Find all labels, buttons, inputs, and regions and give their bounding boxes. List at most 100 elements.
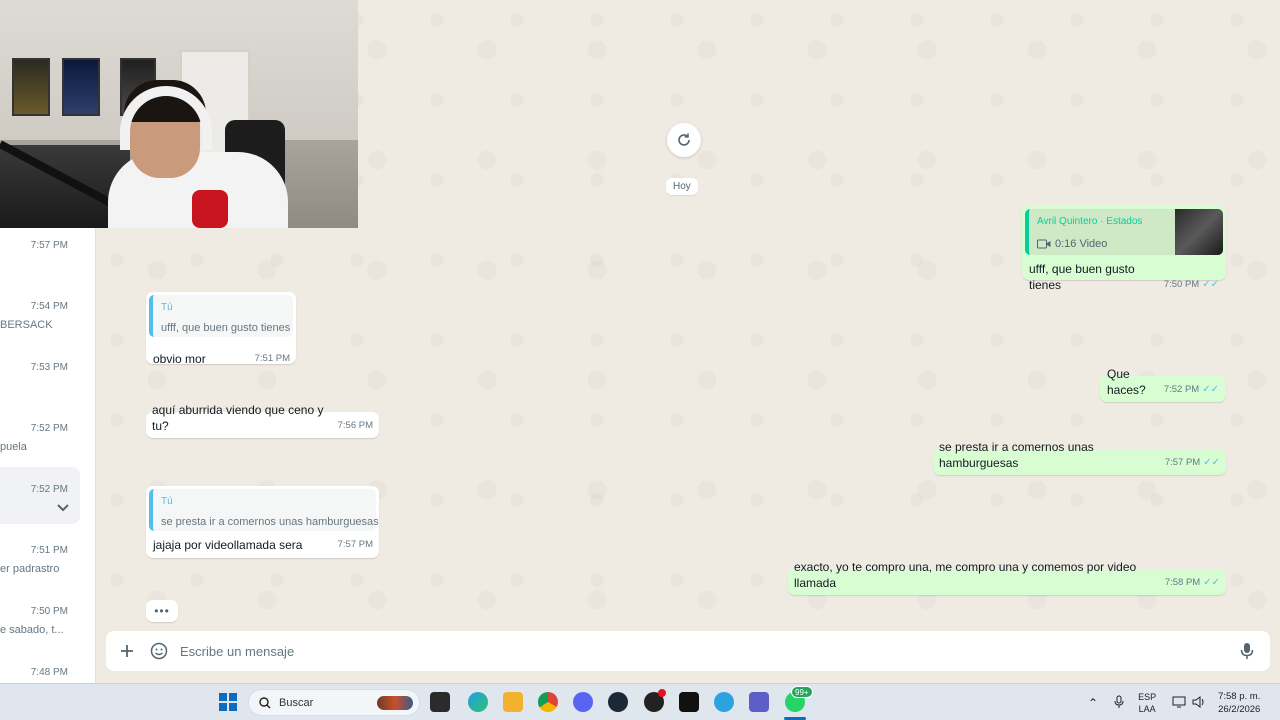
- language-indicator[interactable]: ESP LAA: [1138, 691, 1156, 715]
- language-code: ESP: [1138, 691, 1157, 702]
- message-text: exacto, yo te compro una, me compro una …: [794, 560, 1137, 590]
- read-ticks-icon: ✓✓: [1202, 384, 1219, 395]
- volume-icon[interactable]: [1192, 695, 1206, 710]
- discord-icon[interactable]: [573, 692, 593, 712]
- read-ticks-icon: ✓✓: [1203, 457, 1220, 468]
- message-time: 7:51 PM: [254, 353, 290, 364]
- message-bubble-outgoing[interactable]: se presta ir a comernos unas hamburguesa…: [933, 440, 1226, 475]
- webcam-poster: [62, 58, 100, 116]
- windows-start-button[interactable]: [218, 692, 238, 712]
- task-view-icon[interactable]: [430, 692, 450, 712]
- message-text: se presta ir a comernos unas hamburguesa…: [939, 440, 1094, 470]
- list-item-time: 7:54 PM: [30, 301, 68, 312]
- unread-badge: 99+: [791, 686, 813, 698]
- message-time: 7:57 PM: [337, 539, 373, 550]
- list-item-time: 7:50 PM: [30, 606, 68, 617]
- clock-time: 7:58 p. m.: [1218, 690, 1261, 702]
- clock[interactable]: 7:58 p. m. 26/2/2026: [1218, 690, 1260, 716]
- obs-icon[interactable]: [644, 689, 666, 712]
- search-highlight-icon: [377, 695, 413, 710]
- plus-icon: [121, 645, 133, 657]
- edge-icon[interactable]: [468, 692, 488, 712]
- list-item-snippet: er padrastro: [0, 563, 60, 575]
- microphone-icon: [1240, 643, 1254, 659]
- message-time: 7:52 PM: [1163, 384, 1200, 395]
- chat-list[interactable]: 7:57 PM 7:54 PM BERSACK 7:53 PM 7:52 PM …: [0, 228, 96, 683]
- message-time: 7:58 PM: [1164, 577, 1201, 588]
- read-ticks-icon: ✓✓: [1203, 577, 1220, 588]
- message-input[interactable]: [180, 643, 1238, 659]
- message-time: 7:56 PM: [337, 420, 373, 431]
- chrome-icon[interactable]: [538, 692, 558, 712]
- read-ticks-icon: ✓✓: [1202, 279, 1219, 290]
- message-bubble-outgoing[interactable]: exacto, yo te compro una, me compro una …: [788, 560, 1226, 595]
- list-item[interactable]: 7:51 PM er padrastro: [0, 533, 95, 594]
- message-bubble-incoming[interactable]: Tú ufff, que buen gusto tienes obvio mor…: [146, 292, 296, 366]
- refresh-icon: [678, 133, 690, 146]
- steam-icon[interactable]: [608, 692, 628, 712]
- list-item[interactable]: 7:48 PM: [0, 655, 95, 683]
- typing-indicator: •••: [146, 600, 178, 622]
- taskbar-search[interactable]: Buscar: [248, 689, 420, 716]
- list-item[interactable]: 7:50 PM e sabado, t...: [0, 594, 95, 655]
- list-item-time: 7:52 PM: [30, 484, 68, 495]
- webcam-microphone: [192, 190, 228, 228]
- message-bubble-outgoing[interactable]: Que haces? 7:52 PM ✓✓: [1100, 367, 1226, 402]
- search-label: Buscar: [279, 696, 314, 709]
- list-item-snippet: e sabado, t...: [0, 624, 64, 636]
- chevron-up-icon[interactable]: ⌃: [1088, 696, 1098, 710]
- clock-date: 26/2/2026: [1218, 703, 1261, 715]
- teams-icon[interactable]: [749, 692, 769, 712]
- windows-logo-icon: [219, 693, 237, 711]
- list-item-time: 7:51 PM: [30, 545, 68, 556]
- sticker-button[interactable]: [150, 642, 168, 660]
- list-item[interactable]: 7:52 PM puela: [0, 411, 95, 472]
- list-item-time: 7:48 PM: [30, 667, 68, 678]
- message-time: 7:50 PM: [1163, 279, 1200, 290]
- refresh-button[interactable]: [667, 123, 701, 157]
- tiktok-icon[interactable]: [679, 692, 699, 712]
- message-bubble-outgoing[interactable]: Avril Quintero · Estados 0:16 Video ufff…: [1022, 206, 1226, 292]
- list-item-snippet: puela: [0, 441, 27, 453]
- quote-author: Avril Quintero · Estados: [1037, 216, 1143, 227]
- quote-author: Tú: [161, 302, 173, 313]
- quote-media-label: 0:16 Video: [1055, 238, 1108, 250]
- quoted-message[interactable]: Tú se presta ir a comernos unas hamburgu…: [149, 489, 379, 531]
- taskbar: Buscar 99+ ⌃ ESP LAA 7:58 p. m. 26/2/202…: [0, 683, 1280, 720]
- message-text: ufff, que buen gusto tienes: [1029, 262, 1135, 292]
- file-explorer-icon[interactable]: [503, 692, 523, 712]
- whatsapp-icon[interactable]: 99+: [785, 686, 813, 712]
- message-text: Que haces?: [1107, 367, 1146, 397]
- message-composer[interactable]: [106, 631, 1270, 671]
- quoted-message[interactable]: Tú ufff, que buen gusto tienes: [149, 295, 293, 337]
- video-icon: [1037, 239, 1051, 249]
- voice-message-button[interactable]: [1238, 642, 1256, 660]
- quote-text: se presta ir a comernos unas hamburguesa…: [161, 516, 379, 528]
- list-item-time: 7:57 PM: [30, 240, 68, 251]
- message-bubble-incoming[interactable]: Tú se presta ir a comernos unas hamburgu…: [146, 486, 379, 558]
- list-item[interactable]: 7:57 PM: [0, 228, 95, 289]
- list-item[interactable]: 7:52 PM: [0, 472, 95, 533]
- webcam-poster: [12, 58, 50, 116]
- microphone-tray-icon[interactable]: [1114, 695, 1124, 711]
- message-text: obvio mor: [153, 352, 206, 366]
- network-icon[interactable]: [1172, 696, 1186, 710]
- sticker-icon: [150, 642, 168, 660]
- webcam-overlay: [0, 0, 358, 228]
- telegram-icon[interactable]: [714, 692, 734, 712]
- list-item[interactable]: 7:54 PM BERSACK: [0, 289, 95, 350]
- list-item-snippet: BERSACK: [0, 319, 53, 331]
- status-thumbnail: [1175, 209, 1223, 255]
- message-text: aquí aburrida viendo que ceno y tu?: [152, 403, 324, 433]
- message-time: 7:57 PM: [1164, 457, 1201, 468]
- list-item[interactable]: 7:53 PM: [0, 350, 95, 411]
- quoted-status[interactable]: Avril Quintero · Estados 0:16 Video: [1025, 209, 1223, 255]
- chevron-down-icon[interactable]: [56, 502, 70, 512]
- message-bubble-incoming[interactable]: aquí aburrida viendo que ceno y tu? 7:56…: [146, 403, 379, 438]
- quote-text: ufff, que buen gusto tienes: [161, 322, 291, 334]
- attach-button[interactable]: [118, 642, 136, 660]
- notification-dot: [658, 689, 666, 697]
- message-text: jajaja por videollamada sera: [153, 538, 303, 552]
- list-item-time: 7:52 PM: [30, 423, 68, 434]
- search-icon: [259, 696, 271, 708]
